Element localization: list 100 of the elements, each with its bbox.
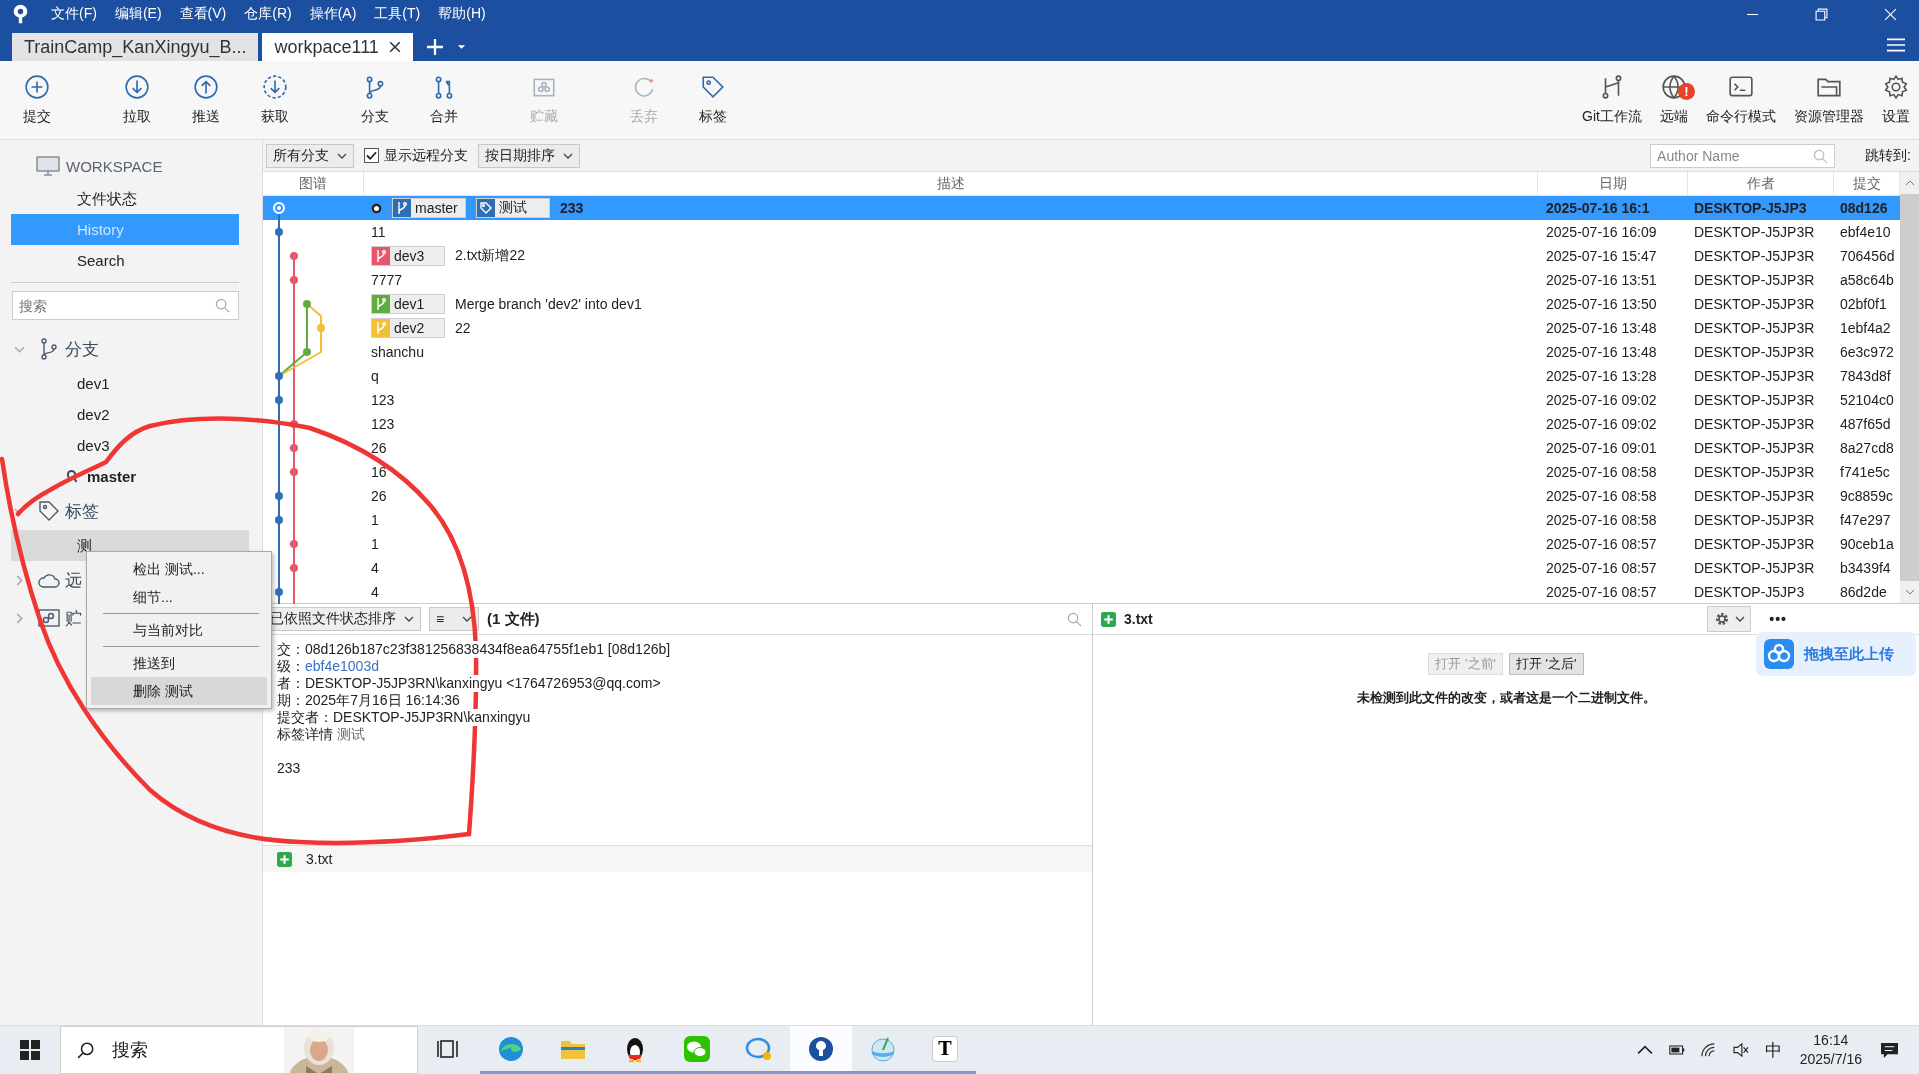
terminal-button[interactable]: 命令行模式	[1697, 61, 1785, 139]
column-header[interactable]: 描述	[364, 172, 1538, 195]
windows-start-icon[interactable]	[20, 1040, 40, 1060]
column-header[interactable]: 作者	[1688, 172, 1834, 195]
nav-item[interactable]: Search	[11, 245, 239, 276]
commit-row[interactable]: 7777 2025-07-16 13:51 DESKTOP-J5JP3R a58c64b	[263, 268, 1900, 292]
checkbox[interactable]	[364, 148, 379, 163]
search-icon	[1813, 148, 1829, 164]
commit-row[interactable]: dev2 22 2025-07-16 13:48 DESKTOP-J5JP3R 1ebf4a2	[263, 316, 1900, 340]
commit-row[interactable]: 123 2025-07-16 09:02 DESKTOP-J5JP3R 52104c0	[263, 388, 1900, 412]
column-header[interactable]: 日期	[1538, 172, 1688, 195]
settings-button[interactable]: 设置	[1873, 61, 1919, 139]
file-row[interactable]: 3.txt	[263, 846, 1092, 872]
more-button[interactable]: •••	[1769, 611, 1787, 627]
branch-button[interactable]: 分支	[340, 61, 409, 139]
commit-row[interactable]: 11 2025-07-16 16:09 DESKTOP-J5JP3R ebf4e10	[263, 220, 1900, 244]
restore-icon[interactable]	[1815, 7, 1828, 21]
clock[interactable]: 16:14 2025/7/16	[1799, 1031, 1862, 1069]
search-field[interactable]: 搜索	[12, 291, 239, 320]
menu-item[interactable]: 推送到	[91, 649, 267, 677]
tag-button[interactable]: 标签	[678, 61, 747, 139]
push-button[interactable]: 推送	[171, 61, 240, 139]
explorer-button[interactable]: 资源管理器	[1785, 61, 1873, 139]
author-cell-text: DESKTOP-J5JP3	[1693, 200, 1808, 216]
notification-icon[interactable]	[1880, 1041, 1899, 1059]
search-field[interactable]: 搜索	[110, 1038, 264, 1062]
commit-row[interactable]: q 2025-07-16 13:28 DESKTOP-J5JP3R 7843d8f	[263, 364, 1900, 388]
menu-item[interactable]: 查看(V)	[179, 5, 227, 23]
commit-row[interactable]: shanchu 2025-07-16 13:48 DESKTOP-J5JP3R 6e3c972	[263, 340, 1900, 364]
hash-cell-text: ebf4e10	[1839, 224, 1892, 240]
remote-button[interactable]: ! 远端	[1651, 61, 1697, 139]
merge-button[interactable]: 合并	[409, 61, 478, 139]
tab[interactable]: workpace111	[262, 33, 413, 61]
commit-button[interactable]: 提交	[2, 61, 71, 139]
close-icon[interactable]	[388, 41, 401, 53]
tree-item[interactable]: dev1	[11, 368, 249, 399]
commit-message: 11	[371, 224, 386, 240]
commit-row[interactable]: 26 2025-07-16 08:58 DESKTOP-J5JP3R 9c8859c	[263, 484, 1900, 508]
tab[interactable]: TrainCamp_KanXingyu_B...	[12, 33, 259, 61]
tree-item[interactable]: dev3	[11, 430, 249, 461]
tag-label[interactable]: 测试	[476, 198, 550, 218]
view-mode-button[interactable]: ≡	[429, 607, 479, 631]
group-label[interactable]: 分支	[65, 337, 99, 361]
commit-row[interactable]: master 测试 233 2025-07-16 16:1 DESKTOP-J5JP3 08d126	[263, 196, 1900, 220]
detail-value: 2025年7月16日 16:14:36	[305, 692, 460, 709]
wifi-icon[interactable]	[1700, 1043, 1717, 1057]
sort-dropdown[interactable]: 按日期排序	[478, 143, 580, 168]
taskbar-app[interactable]	[790, 1026, 852, 1074]
group-label[interactable]: 远	[65, 568, 82, 592]
tree-item[interactable]: dev2	[11, 399, 249, 430]
input-method-indicator[interactable]: 中	[1764, 1038, 1782, 1062]
branch-label[interactable]: dev1	[371, 294, 445, 314]
commit-row[interactable]: 1 2025-07-16 08:58 DESKTOP-J5JP3R f47e297	[263, 508, 1900, 532]
commit-row[interactable]: 26 2025-07-16 09:01 DESKTOP-J5JP3R 8a27cd8	[263, 436, 1900, 460]
author-cell-text: DESKTOP-J5JP3R	[1693, 440, 1816, 456]
menu-item[interactable]: 仓库(R)	[244, 5, 292, 23]
group-label[interactable]: 贮	[65, 606, 82, 630]
commit-dot	[303, 348, 311, 356]
battery-icon[interactable]	[1668, 1043, 1685, 1057]
jump-label: 跳转到:	[1865, 146, 1911, 165]
date-cell-text: 2025-07-16 08:58	[1545, 464, 1658, 480]
menu-item[interactable]: 文件(F)	[51, 5, 97, 23]
commit-row[interactable]: 1 2025-07-16 08:57 DESKTOP-J5JP3R 90ceb1a	[263, 532, 1900, 556]
commit-row[interactable]: 16 2025-07-16 08:58 DESKTOP-J5JP3R f741e5c	[263, 460, 1900, 484]
commit-message: 2.txt新增22	[455, 247, 526, 265]
caret-icon[interactable]	[456, 44, 466, 50]
fetch-button[interactable]: 获取	[240, 61, 309, 139]
column-header[interactable]: 图谱	[263, 172, 364, 195]
menu-item[interactable]: 帮助(H)	[438, 5, 486, 23]
commit-row[interactable]: dev1 Merge branch 'dev2' into dev1 2025-07-16 13:50 DESKTOP-J5JP3R 02bf0f1	[263, 292, 1900, 316]
branch-dropdown[interactable]: 所有分支	[266, 143, 354, 168]
author-cell-text: DESKTOP-J5JP3R	[1693, 248, 1816, 264]
open-button[interactable]: 打开 '之后'	[1509, 653, 1584, 675]
settings-button[interactable]	[1707, 606, 1752, 632]
author-search-field[interactable]: Author Name	[1650, 143, 1836, 168]
commit-row[interactable]: dev3 2.txt新增22 2025-07-16 15:47 DESKTOP-J5JP3R 706456d	[263, 244, 1900, 268]
nav-item[interactable]: 文件状态	[11, 183, 239, 214]
menu-item[interactable]: 工具(T)	[374, 5, 421, 23]
chevron-up-icon[interactable]	[1636, 1043, 1653, 1057]
download-icon	[123, 74, 150, 100]
pull-button[interactable]: 拉取	[102, 61, 171, 139]
tree-item[interactable]: master	[11, 461, 249, 492]
upload-widget[interactable]: 拖拽至此上传	[1756, 632, 1916, 676]
branch-label[interactable]: master	[392, 198, 466, 218]
chevron-down-icon[interactable]	[1904, 589, 1915, 595]
ref-name: dev1	[393, 296, 425, 312]
branch-label[interactable]: dev2	[371, 318, 445, 338]
branch-label[interactable]: dev3	[371, 246, 445, 266]
commit-dot	[275, 516, 283, 524]
app-button[interactable]: T	[914, 1026, 976, 1074]
menu-item[interactable]: 删除 测试	[91, 677, 267, 705]
menu-icon[interactable]	[1887, 38, 1905, 52]
plus-icon[interactable]	[426, 39, 443, 55]
menu-item[interactable]: 操作(A)	[309, 5, 357, 23]
menu-item[interactable]: 编辑(E)	[114, 5, 162, 23]
gitflow-button[interactable]: Git工作流	[1573, 61, 1651, 139]
date-cell-text: 2025-07-16 15:47	[1545, 248, 1658, 264]
detail-label: 标签详情	[277, 726, 333, 743]
group-label[interactable]: 标签	[65, 499, 99, 523]
mute-icon[interactable]	[1732, 1043, 1749, 1057]
